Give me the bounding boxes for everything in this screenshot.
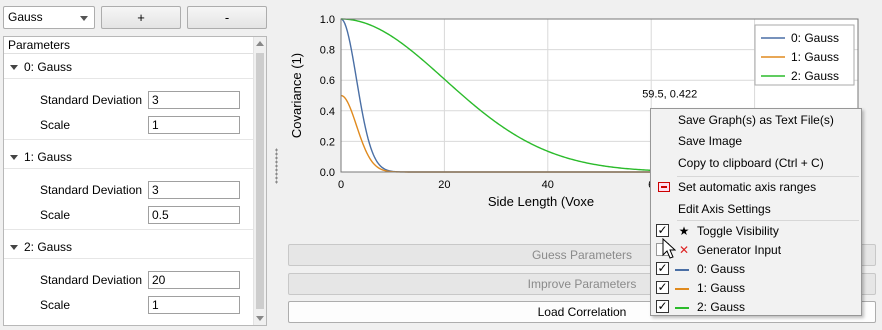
param-label: Standard Deviation bbox=[40, 273, 143, 287]
parameters-panel: Gauss + - Parameters 0: Gauss Standard D… bbox=[0, 0, 270, 330]
menu-toggle-visibility[interactable]: ✓ ★ Toggle Visibility bbox=[651, 221, 861, 241]
scale-input-1[interactable]: 0.5 bbox=[148, 206, 240, 224]
x-axis-label: Side Length (Voxe bbox=[488, 194, 594, 209]
group-title: 0: Gauss bbox=[24, 60, 73, 74]
menu-label: Set automatic axis ranges bbox=[678, 180, 817, 194]
remove-model-button[interactable]: - bbox=[187, 6, 267, 29]
menu-copy-clipboard[interactable]: Copy to clipboard (Ctrl + C) bbox=[651, 153, 861, 173]
checkbox-checked[interactable]: ✓ bbox=[656, 300, 669, 313]
group-title: 2: Gauss bbox=[24, 240, 73, 254]
cross-icon: ✕ bbox=[678, 243, 690, 257]
legend-label-1: 1: Gauss bbox=[791, 50, 839, 64]
menu-edit-axis[interactable]: Edit Axis Settings bbox=[651, 199, 861, 219]
divider bbox=[4, 139, 254, 140]
menu-label: 0: Gauss bbox=[697, 262, 746, 276]
y-tick-label: 1.0 bbox=[320, 14, 335, 26]
menu-label: Generator Input bbox=[697, 243, 782, 257]
y-axis-label: Covariance (1) bbox=[289, 53, 304, 138]
model-type-select[interactable]: Gauss bbox=[3, 6, 95, 29]
star-icon: ★ bbox=[678, 224, 690, 238]
splitter-handle[interactable] bbox=[275, 148, 278, 184]
tree-header: Parameters bbox=[4, 37, 254, 54]
menu-series-0[interactable]: ✓ 0: Gauss bbox=[651, 259, 861, 279]
menu-save-text[interactable]: Save Graph(s) as Text File(s) bbox=[651, 110, 861, 130]
scroll-down-icon[interactable] bbox=[256, 316, 264, 321]
menu-generator-input[interactable]: ✕ Generator Input bbox=[651, 240, 861, 260]
x-tick-label: 0 bbox=[338, 179, 344, 191]
divider bbox=[4, 168, 254, 169]
scrollbar-thumb[interactable] bbox=[256, 53, 264, 309]
menu-auto-axis[interactable]: Set automatic axis ranges bbox=[651, 177, 861, 197]
param-label: Scale bbox=[40, 208, 71, 222]
menu-label: 1: Gauss bbox=[697, 281, 746, 295]
menu-series-1[interactable]: ✓ 1: Gauss bbox=[651, 278, 861, 298]
tree-group-1[interactable]: 1: Gauss bbox=[4, 147, 254, 167]
menu-save-image[interactable]: Save Image bbox=[651, 131, 861, 151]
add-model-button[interactable]: + bbox=[101, 6, 181, 29]
y-tick-label: 0.4 bbox=[320, 106, 335, 118]
auto-axis-icon bbox=[658, 182, 670, 192]
expand-arrow-icon[interactable] bbox=[10, 155, 18, 161]
scroll-up-icon[interactable] bbox=[256, 41, 264, 46]
y-tick-label: 0.8 bbox=[320, 45, 335, 57]
std-dev-input-2[interactable]: 20 bbox=[148, 271, 240, 289]
legend-label-0: 0: Gauss bbox=[791, 31, 839, 45]
scale-input-0[interactable]: 1 bbox=[148, 116, 240, 134]
divider bbox=[4, 229, 254, 230]
cursor-readout: 59.5, 0.422 bbox=[642, 89, 697, 101]
legend: 0: Gauss 1: Gauss 2: Gauss bbox=[754, 24, 855, 86]
menu-label: Toggle Visibility bbox=[697, 224, 779, 238]
param-label: Scale bbox=[40, 298, 71, 312]
param-label: Standard Deviation bbox=[40, 183, 143, 197]
std-dev-input-1[interactable]: 3 bbox=[148, 181, 240, 199]
line-swatch-icon bbox=[675, 307, 689, 309]
param-label: Standard Deviation bbox=[40, 93, 143, 107]
divider bbox=[4, 258, 254, 259]
line-swatch-icon bbox=[675, 269, 689, 271]
std-dev-input-0[interactable]: 3 bbox=[148, 91, 240, 109]
param-label: Scale bbox=[40, 118, 71, 132]
checkbox-checked[interactable]: ✓ bbox=[656, 224, 669, 237]
y-tick-label: 0.0 bbox=[320, 167, 335, 179]
context-menu: Save Graph(s) as Text File(s) Save Image… bbox=[650, 108, 862, 316]
vertical-scrollbar[interactable] bbox=[253, 37, 266, 325]
group-title: 1: Gauss bbox=[24, 150, 73, 164]
y-tick-label: 0.2 bbox=[320, 136, 335, 148]
divider bbox=[4, 78, 254, 79]
scale-input-2[interactable]: 1 bbox=[148, 296, 240, 314]
x-tick-label: 20 bbox=[438, 179, 450, 191]
expand-arrow-icon[interactable] bbox=[10, 65, 18, 71]
menu-label: 2: Gauss bbox=[697, 300, 746, 314]
model-type-value: Gauss bbox=[8, 10, 43, 24]
menu-label: Copy to clipboard (Ctrl + C) bbox=[678, 156, 824, 170]
menu-series-2[interactable]: ✓ 2: Gauss bbox=[651, 297, 861, 317]
menu-label: Save Graph(s) as Text File(s) bbox=[678, 113, 834, 127]
chevron-down-icon bbox=[80, 16, 88, 21]
mouse-cursor-icon bbox=[662, 238, 676, 259]
y-tick-label: 0.6 bbox=[320, 75, 335, 87]
expand-arrow-icon[interactable] bbox=[10, 245, 18, 251]
tree-group-0[interactable]: 0: Gauss bbox=[4, 57, 254, 77]
line-swatch-icon bbox=[675, 288, 689, 290]
menu-label: Edit Axis Settings bbox=[678, 202, 771, 216]
menu-label: Save Image bbox=[678, 134, 743, 148]
checkbox-checked[interactable]: ✓ bbox=[656, 281, 669, 294]
legend-label-2: 2: Gauss bbox=[791, 69, 839, 83]
x-tick-label: 40 bbox=[542, 179, 554, 191]
tree-group-2[interactable]: 2: Gauss bbox=[4, 237, 254, 257]
parameter-tree: Parameters 0: Gauss Standard Deviation 3… bbox=[3, 36, 267, 326]
checkbox-checked[interactable]: ✓ bbox=[656, 262, 669, 275]
